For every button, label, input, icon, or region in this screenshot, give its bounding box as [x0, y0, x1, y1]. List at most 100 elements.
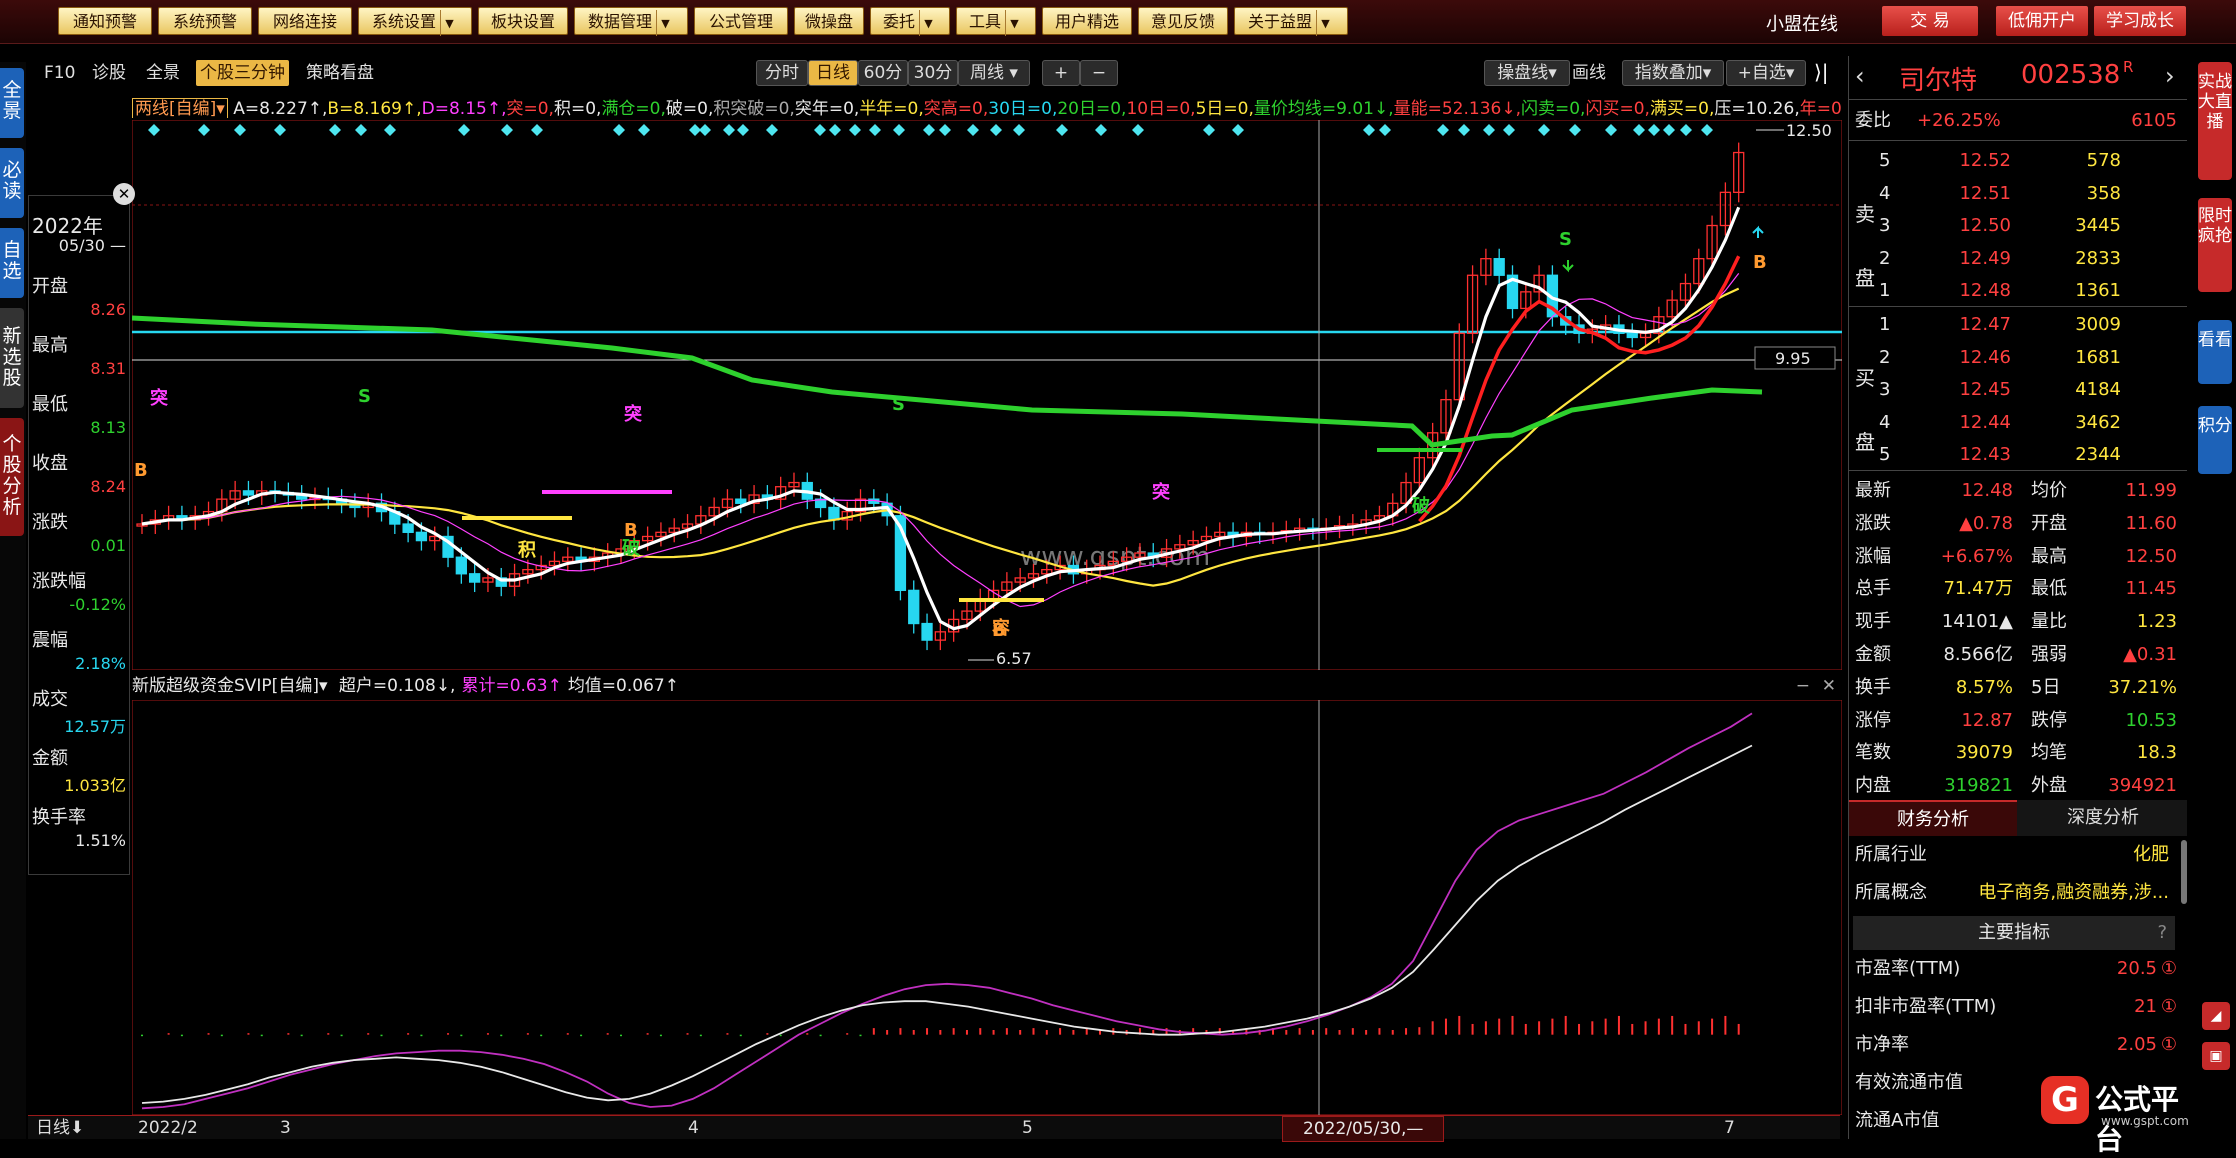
- ask-row[interactable]: 4 12.51 358: [1879, 179, 2183, 209]
- draw-line-button[interactable]: 画线: [1572, 60, 1612, 86]
- tab-three-minutes[interactable]: 个股三分钟: [196, 60, 289, 86]
- tab-f10[interactable]: F10: [44, 60, 75, 86]
- candle[interactable]: [455, 556, 467, 575]
- period-weekly[interactable]: 周线 ▾: [958, 60, 1030, 86]
- period-intraday[interactable]: 分时: [756, 60, 808, 86]
- period-toggle[interactable]: 日线⬇: [36, 1116, 84, 1140]
- indicator-selector[interactable]: 新版超级资金SVIP[自编]▾: [132, 676, 328, 696]
- metric-row[interactable]: 市盈率(TTM) 20.5 ①: [1855, 954, 2183, 984]
- next-stock-icon[interactable]: ›: [2165, 62, 2175, 90]
- concept-row[interactable]: 所属概念 电子商务,融资融券,涉...: [1855, 878, 2183, 908]
- trade-line-menu[interactable]: 操盘线▾: [1484, 60, 1570, 86]
- index-overlay-menu[interactable]: 指数叠加▾: [1622, 60, 1724, 86]
- ask-row[interactable]: 1 12.48 1361: [1879, 276, 2183, 306]
- ask-row[interactable]: 5 12.52 578: [1879, 146, 2183, 176]
- price-chart[interactable]: 129.9512.506.57www.gspt.com突突突SSSBBBB积破破…: [132, 120, 1842, 670]
- top-right-button[interactable]: 交 易: [1882, 6, 1978, 36]
- ask-level: 2: [1879, 247, 1891, 269]
- metric-row[interactable]: 市净率 2.05 ①: [1855, 1030, 2183, 1060]
- period-60min[interactable]: 60分: [858, 60, 908, 86]
- scrollbar[interactable]: [2181, 840, 2187, 904]
- chevron-down-icon[interactable]: ▼: [919, 10, 937, 36]
- stat-label: 开盘: [2031, 512, 2067, 534]
- bid-row[interactable]: 4 12.44 3462: [1879, 408, 2183, 438]
- info-icon[interactable]: ①: [2161, 1030, 2177, 1060]
- menu-button[interactable]: 公式管理: [694, 7, 788, 35]
- tab-deep[interactable]: 深度分析: [2019, 800, 2187, 836]
- rightnav-flash-sale[interactable]: 限时疯抢: [2198, 198, 2232, 292]
- rightnav-points[interactable]: 积分: [2198, 406, 2232, 474]
- formula-selector[interactable]: 两线[自编]▾: [132, 98, 228, 118]
- bid-row[interactable]: 3 12.45 4184: [1879, 375, 2183, 405]
- menu-button[interactable]: 工具 ▼: [956, 7, 1036, 36]
- period-30min[interactable]: 30分: [908, 60, 958, 86]
- notify-icon[interactable]: ◢: [2202, 1002, 2230, 1030]
- menu-button[interactable]: 数据管理 ▼: [574, 7, 688, 36]
- gift-icon[interactable]: ▣: [2202, 1042, 2230, 1070]
- bid-row[interactable]: 5 12.43 2344: [1879, 440, 2183, 470]
- indicator-chart[interactable]: 1050-5: [132, 700, 1842, 1115]
- tab-diagnose[interactable]: 诊股: [92, 60, 126, 86]
- rightnav-live[interactable]: 实战大直播: [2198, 62, 2232, 180]
- leftnav-stock-analysis[interactable]: 个股分析: [0, 418, 24, 536]
- minimize-icon[interactable]: −: [1796, 672, 1810, 700]
- formula-value: 突=0,: [506, 99, 554, 118]
- leftnav-panorama[interactable]: 全景: [0, 68, 24, 138]
- candle[interactable]: [828, 506, 840, 521]
- tab-overview[interactable]: 全景: [146, 60, 180, 86]
- chevron-down-icon[interactable]: ▼: [1005, 10, 1023, 36]
- tab-strategy[interactable]: 策略看盘: [306, 60, 374, 86]
- collapse-panel-icon[interactable]: ⟩|: [1814, 60, 1829, 84]
- prev-stock-icon[interactable]: ‹: [1855, 62, 1865, 90]
- zoom-out-button[interactable]: −: [1080, 60, 1118, 86]
- menu-button[interactable]: 网络连接: [258, 7, 352, 35]
- stat-row: 笔数 39079 均笔 18.3: [1855, 738, 2183, 768]
- period-daily[interactable]: 日线: [808, 60, 858, 86]
- ask-row[interactable]: 2 12.49 2833: [1879, 244, 2183, 274]
- candle[interactable]: [735, 498, 747, 504]
- chevron-down-icon[interactable]: ▼: [1316, 10, 1334, 36]
- menu-button[interactable]: 意见反馈: [1138, 7, 1228, 35]
- menu-button[interactable]: 用户精选: [1042, 7, 1132, 35]
- close-icon[interactable]: ✕: [113, 183, 135, 205]
- menu-button[interactable]: 系统预警: [158, 7, 252, 35]
- close-icon[interactable]: ✕: [1822, 672, 1836, 700]
- ask-level: 5: [1879, 150, 1891, 171]
- top-right-button[interactable]: 学习成长: [2094, 6, 2186, 36]
- bid-row[interactable]: 2 12.46 1681: [1879, 343, 2183, 373]
- gspt-logo: G 公式平台 www.gspt.com: [2041, 1072, 2189, 1156]
- info-icon[interactable]: ①: [2161, 954, 2177, 984]
- candle[interactable]: [415, 531, 428, 542]
- candle[interactable]: [402, 523, 414, 533]
- top-right-button[interactable]: 低佣开户: [1996, 6, 2088, 36]
- ask-volume: 3445: [2075, 215, 2121, 236]
- candle[interactable]: [468, 573, 481, 583]
- bid-row[interactable]: 1 12.47 3009: [1879, 310, 2183, 340]
- chevron-down-icon[interactable]: ▼: [656, 10, 674, 36]
- online-status: 小盟在线: [1766, 14, 1838, 35]
- chevron-down-icon[interactable]: ▼: [440, 10, 458, 36]
- candle[interactable]: [1626, 332, 1638, 339]
- zoom-in-button[interactable]: +: [1042, 60, 1080, 86]
- menu-button[interactable]: 通知预警: [58, 7, 152, 35]
- signal-diamond: [501, 124, 513, 136]
- menu-button[interactable]: 系统设置 ▼: [358, 7, 472, 36]
- candle[interactable]: [921, 622, 933, 641]
- tab-financial[interactable]: 财务分析: [1849, 800, 2017, 836]
- menu-button[interactable]: 微操盘: [794, 7, 864, 35]
- candle[interactable]: [242, 490, 255, 496]
- ask-row[interactable]: 3 12.50 3445: [1879, 211, 2183, 241]
- leftnav-watchlist[interactable]: 自选: [0, 228, 24, 298]
- add-watchlist-menu[interactable]: +自选▾: [1726, 60, 1806, 86]
- candle[interactable]: [908, 589, 920, 625]
- leftnav-must-read[interactable]: 必读: [0, 148, 24, 218]
- menu-button[interactable]: 板块设置: [478, 7, 568, 35]
- info-icon[interactable]: ①: [2161, 992, 2177, 1022]
- help-icon[interactable]: ?: [2157, 916, 2167, 950]
- menu-button[interactable]: 关于益盟 ▼: [1234, 7, 1348, 36]
- leftnav-new-screen[interactable]: 新选股: [0, 308, 24, 408]
- menu-button[interactable]: 委托 ▼: [870, 7, 950, 36]
- rightnav-look[interactable]: 看看: [2198, 320, 2232, 384]
- candle[interactable]: [1493, 258, 1505, 276]
- metric-row[interactable]: 扣非市盈率(TTM) 21 ①: [1855, 992, 2183, 1022]
